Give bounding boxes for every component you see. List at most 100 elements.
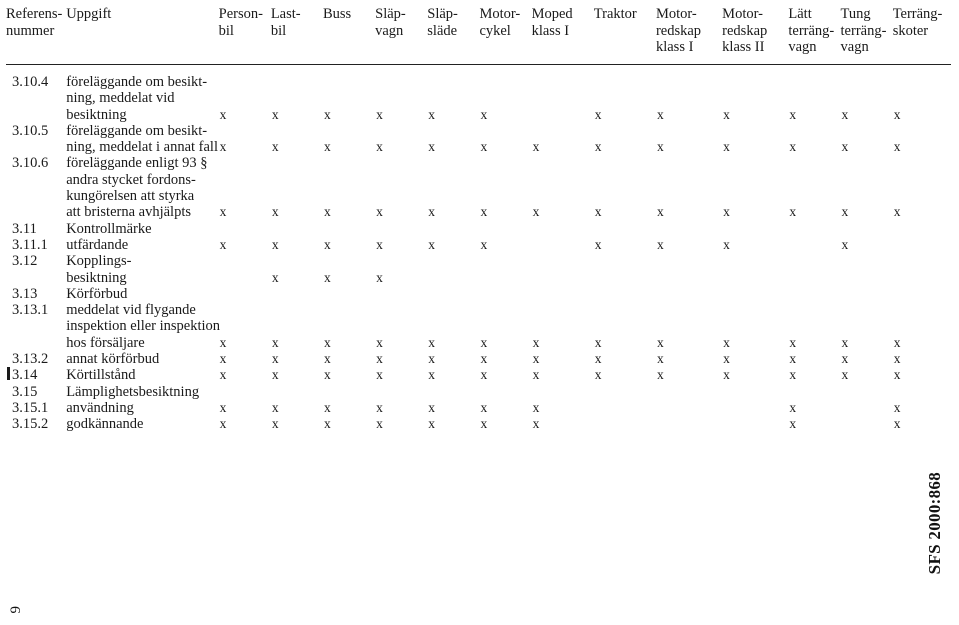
vehicle-mark-cell: x [841,334,849,350]
vehicle-mark-cell [788,74,840,90]
vehicle-mark-cell [893,237,951,253]
row-task-label: kungörelsen att styrka [66,188,195,205]
vehicle-mark-cell [479,90,531,106]
vehicle-mark-cell: x [271,139,279,155]
vehicle-mark-cell [532,155,594,171]
row-reference-number [6,188,66,204]
vehicle-mark-cell [271,172,323,188]
vehicle-mark-cell [323,172,375,188]
vehicle-mark-cell [656,123,722,139]
vehicle-mark-cell: x [656,334,664,350]
vehicle-mark-cell [722,400,788,416]
vehicle-mark-cell [656,416,722,432]
table-row: 3.13.1 meddelat vid flygande [6,302,951,318]
vehicle-mark-cell [479,172,531,188]
vehicle-mark-cell [532,188,594,204]
vehicle-mark-cell [841,384,893,400]
vehicle-mark-cell: x [323,334,331,350]
vehicle-mark-cell [893,302,951,318]
vehicle-mark-cell: x [271,269,279,285]
vehicle-mark-cell: x [723,367,730,383]
vehicle-mark-cell: x [323,139,331,155]
vehicle-mark-cell [841,318,893,334]
vehicle-mark-cell [893,384,951,400]
vehicle-mark-cell: x [723,204,730,220]
vehicle-mark-cell: x [532,399,540,415]
vehicle-mark-cell [219,123,271,139]
vehicle-mark-cell [841,123,893,139]
vehicle-mark-cell [323,74,375,90]
vehicle-mark-cell [656,155,722,171]
vehicle-mark-cell: x [723,106,730,122]
vehicle-mark-cell [375,302,427,318]
vehicle-mark-cell [841,302,893,318]
vehicle-mark-cell [479,302,531,318]
column-header-referensnummer: Referens- nummer [6,2,67,65]
column-header-tung-terrangvagn: Tung terräng- vagn [840,2,893,65]
vehicle-mark-cell: x [219,351,227,367]
vehicle-mark-cell [271,384,323,400]
vehicle-mark-cell [427,155,479,171]
table-row: 3.11 Kontrollmärke [6,221,951,237]
row-task-label: annat körförbud [66,351,160,368]
vehicle-mark-cell [893,318,951,334]
vehicle-mark-cell: x [376,416,383,432]
vehicle-mark-cell: x [656,139,664,155]
vehicle-mark-cell [788,123,840,139]
table-row: hos försäljare x x x x x x x x x x x x x [6,335,951,351]
row-reference-number: 3.15.1 [12,399,49,416]
column-header-slapslade: Släp- släde [427,2,480,65]
vehicle-mark-cell: x [323,236,331,252]
row-reference-number: 3.11.1 [12,236,48,253]
vehicle-mark-cell [594,74,656,90]
vehicle-mark-cell: x [893,399,901,415]
vehicle-mark-cell [375,318,427,334]
table-header: Referens- nummer Uppgift Person- bil Las… [6,2,951,65]
vehicle-mark-cell: x [376,334,383,350]
vehicle-mark-cell [219,90,271,106]
vehicle-mark-cell [532,302,594,318]
vehicle-mark-cell [722,188,788,204]
vehicle-mark-cell [219,188,271,204]
vehicle-mark-cell [375,123,427,139]
vehicle-mark-cell [375,384,427,400]
vehicle-mark-cell [841,74,893,90]
vehicle-mark-cell [427,123,479,139]
vehicle-mark-cell [841,221,893,237]
row-reference-number: 3.13.1 [12,302,49,319]
vehicle-mark-cell: x [656,351,664,367]
vehicle-mark-cell: x [480,351,488,367]
vehicle-mark-cell [532,74,594,90]
row-task-label: besiktning [66,106,127,123]
vehicle-mark-cell [271,123,323,139]
vehicle-mark-cell [219,270,271,286]
vehicle-mark-cell: x [428,399,436,415]
row-task-label: inspektion eller inspektion [66,318,221,335]
vehicle-mark-cell: x [594,139,602,155]
column-header-motorredskap-klass-i: Motor- redskap klass I [655,2,723,65]
vehicle-mark-cell: x [532,351,540,367]
vehicle-mark-cell [532,107,594,123]
row-task-label: Kopplings- [66,253,132,270]
row-reference-number [6,335,66,351]
table-spacer-row [6,65,951,75]
vehicle-mark-cell: x [219,106,227,122]
vehicle-mark-cell: x [271,236,279,252]
vehicle-mark-cell: x [532,367,540,383]
vehicle-mark-cell: x [594,236,602,252]
vehicle-mark-cell [271,302,323,318]
row-task-label: föreläggande enligt 93 § [66,155,208,172]
vehicle-mark-cell [594,172,656,188]
vehicle-mark-cell [532,237,594,253]
vehicle-mark-cell: x [323,416,331,432]
vehicle-mark-cell: x [271,204,279,220]
vehicle-mark-cell [271,286,323,302]
row-task-label: användning [66,399,134,416]
vehicle-mark-cell: x [789,399,797,415]
vehicle-mark-cell: x [323,351,331,367]
row-reference-number [6,318,66,334]
vehicle-mark-cell [841,253,893,269]
vehicle-mark-cell [271,221,323,237]
vehicle-mark-cell [594,400,656,416]
table-row: 3.10.5 föreläggande om besikt- [6,123,951,139]
